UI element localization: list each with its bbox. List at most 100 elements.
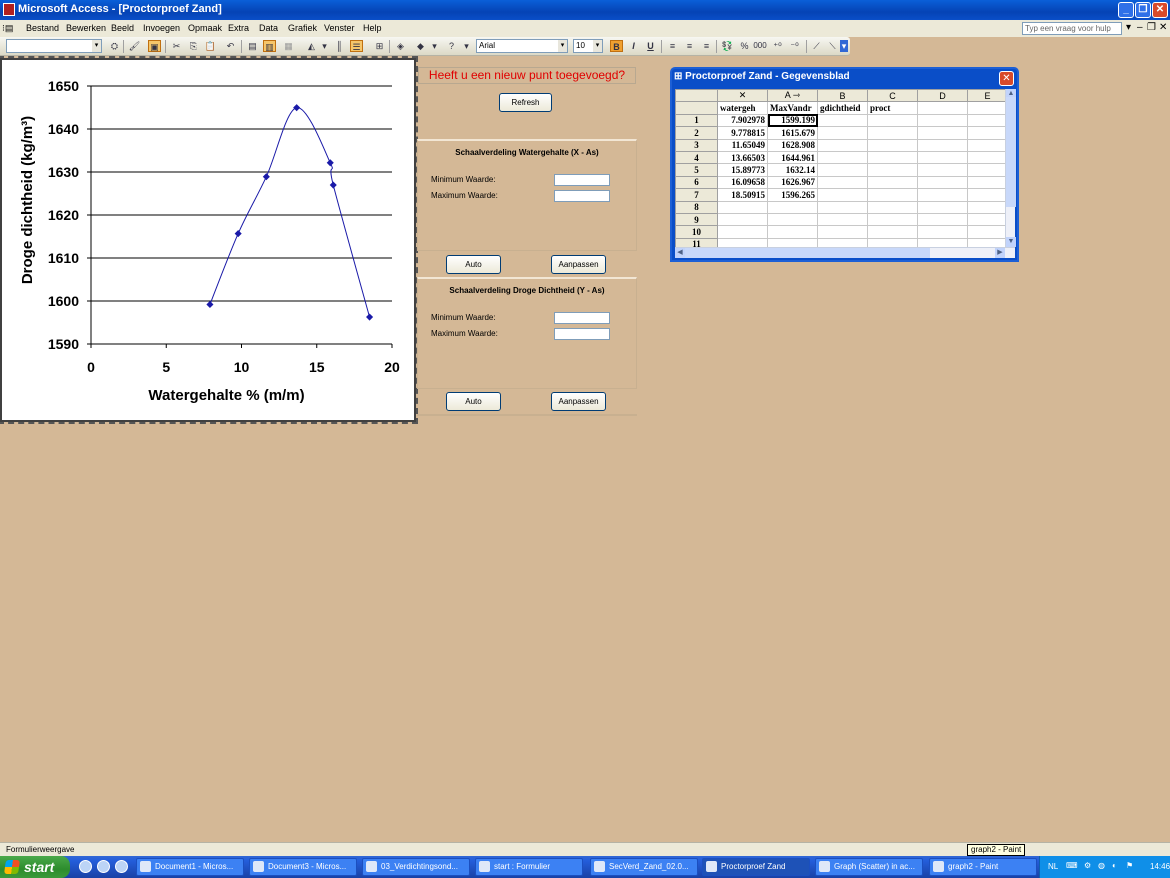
- cell-e[interactable]: [967, 188, 1008, 202]
- cell-e[interactable]: [967, 175, 1008, 190]
- row-header[interactable]: 6: [675, 175, 718, 190]
- cell-x[interactable]: [717, 200, 768, 214]
- cell-e[interactable]: [967, 126, 1008, 140]
- task-secverd[interactable]: SecVerd_Zand_02.0...: [590, 858, 698, 876]
- cell-x[interactable]: [717, 225, 768, 239]
- cell-b[interactable]: [817, 200, 868, 214]
- cell-b[interactable]: [817, 237, 868, 247]
- angle-text-up-icon[interactable]: ⟍: [826, 40, 839, 52]
- minimize-button[interactable]: _: [1118, 2, 1134, 18]
- form-view-icon[interactable]: ▣: [148, 40, 161, 52]
- y-auto-button[interactable]: Auto: [446, 392, 501, 411]
- task-document3[interactable]: Document3 - Micros...: [249, 858, 357, 876]
- cell-a[interactable]: [767, 200, 818, 214]
- cell-b[interactable]: [817, 188, 868, 202]
- cell-c[interactable]: [867, 126, 918, 140]
- menu-beeld[interactable]: Beeld: [111, 23, 134, 33]
- cell-d[interactable]: [917, 175, 968, 190]
- cell-x[interactable]: 13.66503: [717, 150, 768, 165]
- cell-e[interactable]: [967, 150, 1008, 165]
- scroll-right-icon[interactable]: ▶: [995, 248, 1005, 258]
- task-paint[interactable]: graph2 - Paint: [929, 858, 1037, 876]
- cell-c[interactable]: [867, 200, 918, 214]
- menu-bewerken[interactable]: Bewerken: [66, 23, 106, 33]
- cell-e[interactable]: [967, 138, 1008, 152]
- copy-icon[interactable]: ⎘: [187, 40, 200, 52]
- header-cell-e[interactable]: [967, 101, 1008, 115]
- column-x-header[interactable]: ✕: [717, 89, 768, 103]
- cell-d[interactable]: [917, 200, 968, 214]
- security-icon[interactable]: ⚑: [1126, 861, 1133, 870]
- language-indicator[interactable]: NL: [1048, 862, 1058, 871]
- cell-c[interactable]: [867, 225, 918, 239]
- menu-invoegen[interactable]: Invoegen: [143, 23, 180, 33]
- gridlines-icon[interactable]: ║: [333, 40, 346, 52]
- cell-e[interactable]: [967, 113, 1008, 128]
- datasheet-window[interactable]: ⊞ Proctorproef Zand - Gegevensblad ✕ ✕ A…: [670, 67, 1019, 262]
- cell-b[interactable]: [817, 113, 868, 128]
- cell-x[interactable]: 18.50915: [717, 188, 768, 202]
- cell-x[interactable]: 9.778815: [717, 126, 768, 140]
- help-icon[interactable]: ?: [445, 40, 458, 52]
- align-center-icon[interactable]: ≡: [683, 40, 696, 52]
- row-header[interactable]: 5: [675, 163, 718, 177]
- cell-d[interactable]: [917, 237, 968, 247]
- task-graph-scatter[interactable]: Graph (Scatter) in ac...: [815, 858, 923, 876]
- cell-x[interactable]: [717, 212, 768, 227]
- row-header[interactable]: 8: [675, 200, 718, 214]
- cell-d[interactable]: [917, 126, 968, 140]
- cell-b[interactable]: [817, 212, 868, 227]
- cell-d[interactable]: [917, 150, 968, 165]
- menu-opmaak[interactable]: Opmaak: [188, 23, 222, 33]
- task-document1[interactable]: Document1 - Micros...: [136, 858, 244, 876]
- cell-d[interactable]: [917, 212, 968, 227]
- by-row-icon[interactable]: ▥: [263, 40, 276, 52]
- cell-a[interactable]: [767, 225, 818, 239]
- cell-c[interactable]: [867, 175, 918, 190]
- scroll-thumb[interactable]: [685, 248, 930, 258]
- property-icon[interactable]: ⛭: [108, 40, 121, 52]
- corner-cell[interactable]: [675, 89, 718, 103]
- cell-c[interactable]: [867, 138, 918, 152]
- object-combo[interactable]: ▾: [6, 39, 102, 53]
- cell-a[interactable]: 1596.265: [767, 188, 818, 202]
- doc-restore-icon[interactable]: ❐: [1147, 22, 1156, 33]
- percent-button[interactable]: %: [738, 40, 751, 52]
- toolbar-overflow-icon[interactable]: ▾: [840, 40, 848, 52]
- antivirus-icon[interactable]: ◍: [1098, 861, 1105, 870]
- undo-icon[interactable]: ↶: [224, 40, 237, 52]
- chart-type-icon[interactable]: ◭: [305, 40, 318, 52]
- cell-a[interactable]: 1599.199: [767, 113, 818, 128]
- row-header[interactable]: 10: [675, 225, 718, 239]
- x-apply-button[interactable]: Aanpassen: [551, 255, 606, 274]
- doc-minimize-icon[interactable]: –: [1137, 22, 1143, 33]
- cell-b[interactable]: [817, 175, 868, 190]
- font-size-combo[interactable]: 10 ▾: [573, 39, 603, 53]
- keyboard-icon[interactable]: ⌨: [1066, 861, 1078, 870]
- legend-icon[interactable]: ☰: [350, 40, 363, 52]
- row-header[interactable]: 11: [675, 237, 718, 247]
- volume-icon[interactable]: ◐: [1112, 861, 1117, 870]
- quicklaunch-ie-icon[interactable]: [97, 860, 110, 873]
- x-min-input[interactable]: [554, 174, 610, 186]
- cell-c[interactable]: [867, 163, 918, 177]
- header-cell-c[interactable]: proct: [867, 101, 918, 115]
- column-d-header[interactable]: D: [917, 89, 968, 103]
- chart-wizard-icon[interactable]: ◈: [394, 40, 407, 52]
- bold-button[interactable]: B: [610, 40, 623, 52]
- cell-d[interactable]: [917, 188, 968, 202]
- menu-grafiek[interactable]: Grafiek: [288, 23, 317, 33]
- network-icon[interactable]: ⚙: [1084, 861, 1091, 870]
- datasheet-close-button[interactable]: ✕: [999, 71, 1014, 86]
- decrease-decimal-icon[interactable]: ⁻⁰: [788, 40, 801, 52]
- underline-button[interactable]: U: [644, 40, 657, 52]
- cell-a[interactable]: 1632.14: [767, 163, 818, 177]
- row-header[interactable]: 2: [675, 126, 718, 140]
- scroll-thumb[interactable]: [1006, 97, 1016, 207]
- restore-button[interactable]: ❐: [1135, 2, 1151, 18]
- horizontal-scrollbar[interactable]: ◀ ▶: [675, 247, 1015, 258]
- scroll-left-icon[interactable]: ◀: [675, 248, 685, 258]
- close-button[interactable]: ✕: [1152, 2, 1168, 18]
- italic-button[interactable]: I: [627, 40, 640, 52]
- quicklaunch-desktop-icon[interactable]: [79, 860, 92, 873]
